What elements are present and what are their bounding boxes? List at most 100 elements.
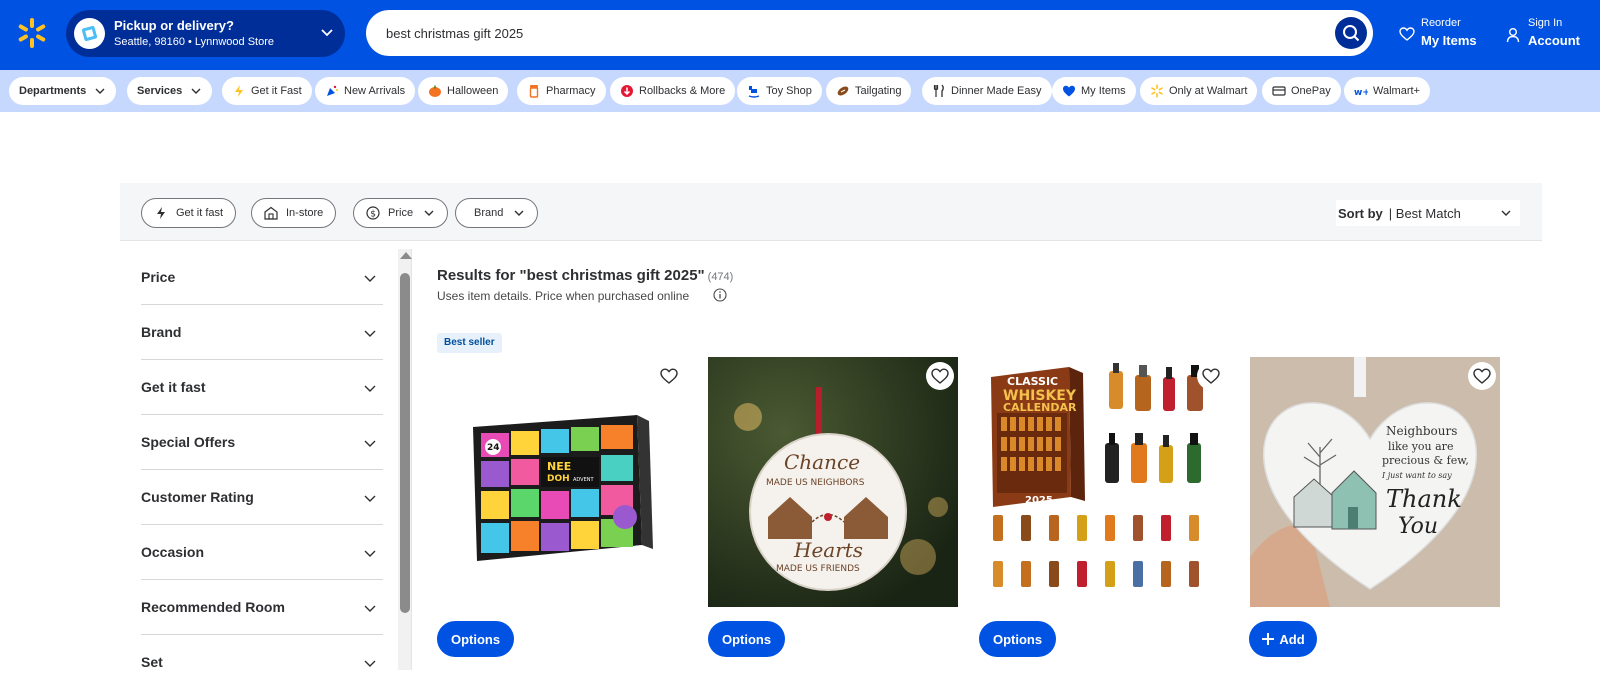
reorder-label: Reorder bbox=[1421, 17, 1461, 29]
nav-chip-label: Toy Shop bbox=[766, 85, 812, 97]
facet-title: Price bbox=[141, 269, 176, 285]
scrollbar-thumb[interactable] bbox=[400, 273, 410, 613]
nav-chip-label: OnePay bbox=[1291, 85, 1331, 97]
walmart-spark-logo-icon[interactable] bbox=[16, 17, 48, 49]
heart-outline-icon bbox=[931, 368, 949, 384]
product-image-text: precious & few, bbox=[1382, 454, 1469, 467]
nav-departments[interactable]: Departments bbox=[9, 77, 117, 105]
chevron-down-icon bbox=[364, 495, 376, 502]
facet-recommended-room[interactable]: Recommended Room bbox=[141, 580, 383, 635]
chevron-down-icon bbox=[364, 275, 376, 282]
nav-chip-label: Get it Fast bbox=[251, 85, 302, 97]
my-items-label: My Items bbox=[1421, 33, 1477, 48]
product-image[interactable]: 24 NEE DOH ADVENT bbox=[437, 357, 687, 607]
search-input[interactable] bbox=[386, 10, 1306, 56]
add-to-cart-button[interactable]: Add bbox=[1249, 621, 1317, 657]
product-image-text: DOH bbox=[547, 474, 570, 484]
dollar-icon: $ bbox=[366, 206, 380, 220]
facet-brand[interactable]: Brand bbox=[141, 305, 383, 360]
spark-icon bbox=[1151, 84, 1163, 98]
product-image-text: 2025 bbox=[1025, 495, 1053, 506]
facet-title: Customer Rating bbox=[141, 489, 254, 505]
favorite-button[interactable] bbox=[1468, 362, 1496, 390]
product-image[interactable]: Chance MADE US NEIGHBORS Hearts MADE US … bbox=[708, 357, 958, 607]
product-image-text: 24 bbox=[487, 443, 500, 453]
nav-onepay[interactable]: OnePay bbox=[1262, 77, 1341, 105]
filter-label: Price bbox=[388, 207, 414, 219]
facet-occasion[interactable]: Occasion bbox=[141, 525, 383, 580]
facet-scrollbar[interactable] bbox=[398, 249, 412, 670]
walmart-plus-icon: w+ bbox=[1354, 88, 1368, 98]
pickup-delivery-selector[interactable]: Pickup or delivery? Seattle, 98160 • Lyn… bbox=[66, 10, 345, 57]
nav-walmart-plus[interactable]: w+ Walmart+ bbox=[1344, 77, 1430, 105]
nav-dinner-made-easy[interactable]: Dinner Made Easy bbox=[922, 77, 1052, 105]
nav-pharmacy[interactable]: Pharmacy bbox=[517, 77, 606, 105]
add-button-label: Add bbox=[1279, 631, 1305, 647]
search-icon bbox=[1343, 25, 1360, 42]
rocking-horse-icon bbox=[748, 86, 760, 98]
favorite-button[interactable] bbox=[655, 362, 683, 390]
results-count: (474) bbox=[707, 271, 734, 283]
filter-get-it-fast[interactable]: Get it fast bbox=[141, 198, 237, 228]
sort-by-select[interactable]: Sort by | Best Match bbox=[1336, 200, 1520, 226]
filter-bar: Get it fast In-store $ Price Brand bbox=[120, 183, 1542, 241]
heart-icon bbox=[1399, 27, 1415, 41]
favorite-button[interactable] bbox=[926, 362, 954, 390]
results-subtitle: Uses item details. Price when purchased … bbox=[437, 289, 690, 303]
store-icon bbox=[74, 18, 105, 49]
fork-knife-icon bbox=[933, 84, 944, 97]
filter-price[interactable]: $ Price bbox=[353, 198, 449, 228]
product-image[interactable]: Neighbours like you are precious & few, … bbox=[1250, 357, 1500, 607]
facet-title: Get it fast bbox=[141, 379, 206, 395]
pumpkin-icon bbox=[429, 85, 441, 97]
nav-rollbacks[interactable]: Rollbacks & More bbox=[610, 77, 736, 105]
plus-icon bbox=[1262, 633, 1275, 645]
info-icon[interactable] bbox=[713, 288, 727, 302]
nav-new-arrivals[interactable]: New Arrivals bbox=[315, 77, 416, 105]
options-button[interactable]: Options bbox=[437, 621, 514, 657]
chevron-down-icon bbox=[95, 88, 105, 94]
search-button[interactable] bbox=[1335, 17, 1367, 49]
heart-outline-icon bbox=[1473, 368, 1491, 384]
favorite-button[interactable] bbox=[1197, 362, 1225, 390]
department-nav: Departments Services Get it Fast New Arr… bbox=[0, 70, 1600, 112]
football-icon bbox=[837, 86, 849, 96]
filter-in-store[interactable]: In-store bbox=[251, 198, 337, 228]
site-header: Pickup or delivery? Seattle, 98160 • Lyn… bbox=[0, 0, 1600, 70]
product-image-text: CLASSIC bbox=[1007, 375, 1058, 388]
nav-chip-label: Rollbacks & More bbox=[639, 85, 726, 97]
options-button[interactable]: Options bbox=[979, 621, 1056, 657]
svg-text:w+: w+ bbox=[1354, 88, 1368, 98]
nav-my-items[interactable]: My Items bbox=[1052, 77, 1136, 105]
card-icon bbox=[1272, 86, 1286, 96]
nav-toy-shop[interactable]: Toy Shop bbox=[737, 77, 822, 105]
heart-outline-icon bbox=[1202, 368, 1220, 384]
facet-special-offers[interactable]: Special Offers bbox=[141, 415, 383, 470]
nav-services[interactable]: Services bbox=[127, 77, 213, 105]
filter-label: Get it fast bbox=[176, 207, 224, 219]
options-button[interactable]: Options bbox=[708, 621, 785, 657]
product-image[interactable]: CLASSIC WHISKEY CALLENDAR 2025 bbox=[979, 357, 1229, 607]
facet-price[interactable]: Price bbox=[141, 250, 383, 305]
facet-set[interactable]: Set bbox=[141, 635, 383, 690]
product-image-text: Neighbours bbox=[1386, 424, 1457, 438]
nav-tailgating[interactable]: Tailgating bbox=[826, 77, 912, 105]
facet-customer-rating[interactable]: Customer Rating bbox=[141, 470, 383, 525]
nav-only-at-walmart[interactable]: Only at Walmart bbox=[1140, 77, 1258, 105]
reorder-my-items-link[interactable]: Reorder My Items bbox=[1399, 15, 1489, 55]
sign-in-account-link[interactable]: Sign In Account bbox=[1506, 15, 1588, 55]
nav-chip-label: New Arrivals bbox=[344, 85, 406, 97]
results-query: Results for "best christmas gift 2025" bbox=[437, 267, 705, 284]
sign-in-label: Sign In bbox=[1528, 17, 1563, 29]
product-image-text: like you are bbox=[1388, 440, 1453, 453]
nav-get-it-fast[interactable]: Get it Fast bbox=[222, 77, 312, 105]
nav-chip-label: Pharmacy bbox=[546, 85, 596, 97]
nav-halloween[interactable]: Halloween bbox=[418, 77, 509, 105]
nav-chip-label: Services bbox=[137, 85, 183, 97]
filter-brand[interactable]: Brand bbox=[455, 198, 539, 228]
facet-get-it-fast[interactable]: Get it fast bbox=[141, 360, 383, 415]
chevron-down-icon bbox=[364, 330, 376, 337]
facet-title: Brand bbox=[141, 324, 182, 340]
lightning-icon bbox=[235, 85, 243, 97]
scroll-up-arrow-icon[interactable] bbox=[400, 252, 412, 259]
